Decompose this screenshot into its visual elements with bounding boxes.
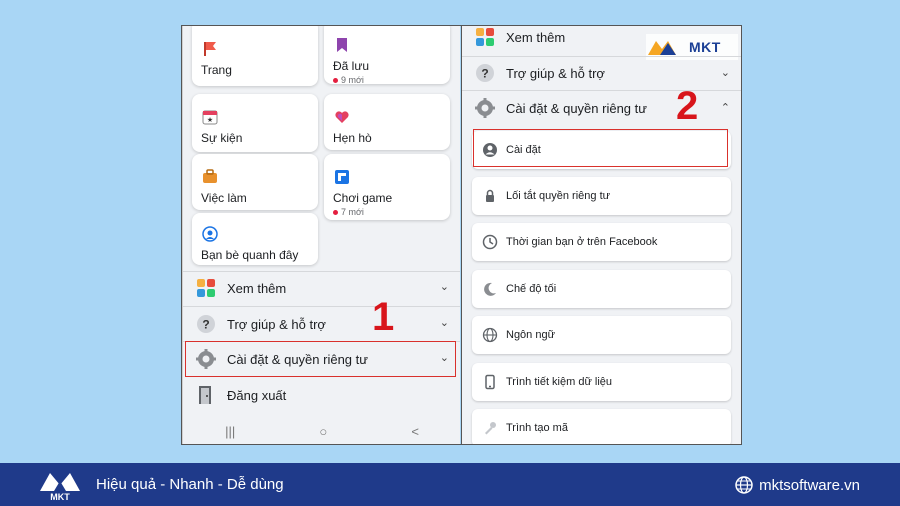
globe-icon [482, 327, 498, 343]
row-label: Xem thêm [506, 29, 566, 45]
right-phone-screen: Xem thêm MKT ? Trợ giúp & hỗ trợ ⌄ Cài đ… [461, 26, 741, 444]
item-label: Trình tiết kiệm dữ liệu [506, 376, 612, 388]
footer-bar: MKT Hiệu quả - Nhanh - Dễ dùng mktsoftwa… [0, 463, 900, 506]
new-count: 7 mới [333, 207, 441, 217]
lock-person-icon [486, 189, 494, 202]
divider [462, 90, 741, 91]
time-on-facebook-item[interactable]: Thời gian bạn ở trên Facebook [472, 223, 731, 261]
row-label: Cài đặt & quyền riêng tư [506, 100, 647, 116]
code-generator-item[interactable]: Trình tạo mã [472, 409, 731, 444]
help-icon: ? [197, 315, 215, 333]
row-label: Xem thêm [227, 280, 287, 296]
step-1-number: 1 [372, 295, 395, 339]
settings-privacy-row[interactable]: Cài đặt & quyền riêng tư ⌃ [462, 92, 741, 124]
item-label: Ngôn ngữ [506, 329, 555, 341]
dark-mode-item[interactable]: Chế độ tối [472, 270, 731, 308]
grid-icon [197, 279, 215, 297]
gear-icon [475, 98, 495, 118]
flag-icon [204, 42, 216, 56]
help-icon: ? [476, 64, 494, 82]
globe-icon [735, 476, 753, 494]
website-text: mktsoftware.vn [759, 476, 860, 494]
chevron-down-icon: ⌄ [439, 281, 449, 293]
help-support-row[interactable]: ? Trợ giúp & hỗ trợ ⌄ [183, 307, 460, 341]
step-2-number: 2 [676, 84, 699, 128]
tutorial-image: Trang ★ Sự kiện Việc làm Bạn bè quanh đâ… [0, 0, 900, 463]
home-button[interactable]: ○ [319, 424, 327, 439]
new-count-text: 7 mới [341, 207, 364, 217]
step-1-highlight [185, 341, 456, 377]
menu-card-pages[interactable]: Trang [192, 26, 318, 86]
location-icon [202, 226, 218, 242]
heart-icon [335, 111, 349, 123]
clock-icon [482, 234, 498, 250]
key-icon [485, 422, 496, 435]
chevron-down-icon: ⌄ [439, 317, 449, 329]
data-saver-item[interactable]: Trình tiết kiệm dữ liệu [472, 363, 731, 401]
logout-row[interactable]: Đăng xuất [183, 378, 460, 412]
back-button[interactable]: < [411, 424, 419, 439]
moon-icon [484, 282, 496, 296]
watermark-text: MKT [689, 39, 721, 55]
chevron-up-icon: ⌃ [720, 102, 730, 114]
row-label: Trợ giúp & hỗ trợ [506, 65, 605, 81]
grid-icon [476, 28, 494, 46]
menu-card-label: Bạn bè quanh đây [201, 248, 299, 262]
menu-card-label: Sự kiện [201, 131, 243, 145]
item-label: Chế độ tối [506, 283, 557, 295]
left-phone-screen: Trang ★ Sự kiện Việc làm Bạn bè quanh đâ… [182, 26, 460, 444]
menu-card-dating[interactable]: Hẹn hò [324, 94, 450, 150]
menu-card-saved[interactable]: Đã lưu 9 mới [324, 26, 450, 85]
help-support-row[interactable]: ? Trợ giúp & hỗ trợ ⌄ [462, 57, 741, 89]
new-count-text: 9 mới [341, 75, 364, 85]
notification-dot [333, 77, 338, 83]
step-2-highlight [473, 129, 728, 167]
menu-card-label: Hẹn hò [333, 131, 372, 145]
menu-card-label: Chơi game [333, 191, 393, 205]
row-label: Trợ giúp & hỗ trợ [227, 316, 326, 332]
notification-dot [333, 209, 338, 215]
item-label: Thời gian bạn ở trên Facebook [506, 236, 658, 248]
svg-text:★: ★ [207, 116, 213, 124]
website-link[interactable]: mktsoftware.vn [735, 476, 860, 494]
menu-card-events[interactable]: ★ Sự kiện [192, 94, 318, 152]
menu-card-jobs[interactable]: Việc làm [192, 154, 318, 210]
item-label: Trình tạo mã [506, 422, 568, 434]
svg-text:?: ? [481, 67, 488, 81]
phone-icon [485, 374, 495, 390]
row-label: Đăng xuất [227, 387, 287, 403]
menu-card-label: Trang [201, 63, 232, 77]
tagline: Hiệu quả - Nhanh - Dễ dùng [96, 476, 284, 493]
logo-text: MKT [50, 492, 70, 502]
menu-card-label: Việc làm [201, 191, 247, 205]
briefcase-icon [203, 169, 217, 183]
item-label: Lối tắt quyền riêng tư [506, 190, 610, 202]
see-more-row[interactable]: Xem thêm ⌄ [183, 271, 460, 305]
android-nav-bar: ||| ○ < [183, 418, 460, 444]
recent-apps-button[interactable]: ||| [225, 424, 235, 439]
language-item[interactable]: Ngôn ngữ [472, 316, 731, 354]
mkt-logo: MKT [40, 473, 80, 502]
chevron-down-icon: ⌄ [720, 67, 730, 79]
game-icon [335, 170, 349, 184]
svg-text:?: ? [202, 318, 209, 332]
menu-card-nearby-friends[interactable]: Bạn bè quanh đây [192, 213, 318, 265]
calendar-icon: ★ [202, 110, 218, 125]
menu-card-gaming[interactable]: Chơi game 7 mới [324, 154, 450, 220]
menu-card-label: Đã lưu [333, 59, 370, 73]
bookmark-icon [337, 38, 347, 52]
privacy-shortcuts-item[interactable]: Lối tắt quyền riêng tư [472, 177, 731, 215]
mkt-logo-icon [648, 41, 676, 55]
door-icon [199, 386, 211, 404]
new-count: 9 mới [333, 75, 441, 85]
